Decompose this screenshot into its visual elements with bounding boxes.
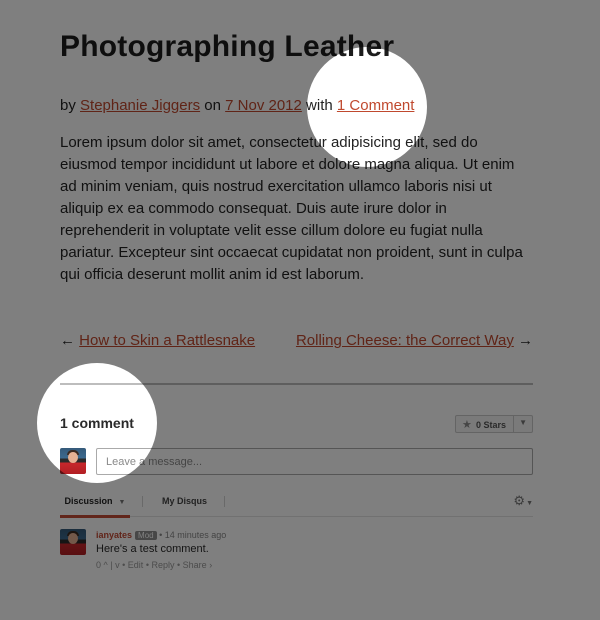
tab-divider bbox=[224, 496, 225, 507]
prev-post: ← How to Skin a Rattlesnake bbox=[60, 332, 255, 349]
star-button[interactable]: ★ 0 Stars ▼ bbox=[455, 415, 533, 433]
comment-username[interactable]: ianyates bbox=[96, 530, 132, 540]
stars-label: 0 Stars bbox=[476, 420, 507, 430]
next-arrow-icon: → bbox=[518, 332, 533, 349]
settings-menu[interactable]: ⚙▼ bbox=[513, 493, 533, 509]
downvote-icon[interactable]: v bbox=[115, 560, 120, 570]
mod-badge: Mod bbox=[135, 531, 157, 540]
chevron-down-icon[interactable]: ▼ bbox=[519, 418, 527, 427]
post-title: Photographing Leather bbox=[60, 30, 395, 63]
byline-by-text: by bbox=[60, 97, 76, 114]
gear-icon: ⚙ bbox=[513, 493, 526, 508]
current-user-avatar[interactable] bbox=[60, 448, 86, 474]
comment-actions: 0 ^ | v • Edit • Reply • Share › bbox=[96, 560, 212, 570]
dim-layer bbox=[0, 0, 600, 620]
next-post: Rolling Cheese: the Correct Way → bbox=[296, 332, 533, 349]
comment-text: Here's a test comment. bbox=[96, 543, 209, 555]
stars-divider bbox=[513, 416, 514, 432]
vote-count: 0 bbox=[96, 560, 102, 570]
chevron-down-icon: ▼ bbox=[526, 500, 533, 507]
tab-discussion-label: Discussion bbox=[64, 496, 113, 506]
spotlight-overlay bbox=[0, 0, 600, 620]
author-link[interactable]: Stephanie Jiggers bbox=[80, 97, 200, 114]
tab-discussion[interactable]: Discussion ▼ bbox=[60, 496, 130, 518]
chevron-down-icon: ▼ bbox=[118, 499, 126, 506]
next-post-link[interactable]: Rolling Cheese: the Correct Way bbox=[296, 332, 514, 349]
avatar-face bbox=[68, 533, 78, 544]
star-icon: ★ bbox=[462, 419, 472, 431]
avatar-face bbox=[68, 452, 78, 463]
prev-arrow-icon: ← bbox=[60, 332, 75, 349]
byline-on-text: on bbox=[204, 97, 221, 114]
prev-post-link[interactable]: How to Skin a Rattlesnake bbox=[79, 332, 255, 349]
comments-link[interactable]: 1 Comment bbox=[337, 97, 415, 114]
date-link[interactable]: 7 Nov 2012 bbox=[225, 97, 302, 114]
tab-divider bbox=[142, 496, 143, 507]
byline-with-text: with bbox=[306, 97, 333, 114]
upvote-icon[interactable]: ^ bbox=[104, 560, 108, 570]
section-divider bbox=[60, 383, 533, 385]
share-link[interactable]: Share bbox=[183, 560, 207, 570]
commenter-avatar[interactable] bbox=[60, 529, 86, 555]
tab-my-disqus[interactable]: My Disqus bbox=[162, 496, 207, 506]
disqus-tabs: Discussion ▼ My Disqus ⚙▼ bbox=[60, 490, 533, 518]
comment-time[interactable]: 14 minutes ago bbox=[165, 530, 227, 540]
reply-link[interactable]: Reply bbox=[151, 560, 174, 570]
post-byline: by Stephanie Jiggers on 7 Nov 2012 with … bbox=[60, 97, 414, 114]
share-chevron: › bbox=[209, 560, 213, 570]
post-body: Lorem ipsum dolor sit amet, consectetur … bbox=[60, 134, 523, 283]
message-input[interactable]: Leave a message... bbox=[96, 448, 533, 475]
comment-meta: ianyates Mod • 14 minutes ago bbox=[96, 530, 226, 540]
edit-link[interactable]: Edit bbox=[128, 560, 144, 570]
comment-count: 1 comment bbox=[60, 415, 134, 431]
